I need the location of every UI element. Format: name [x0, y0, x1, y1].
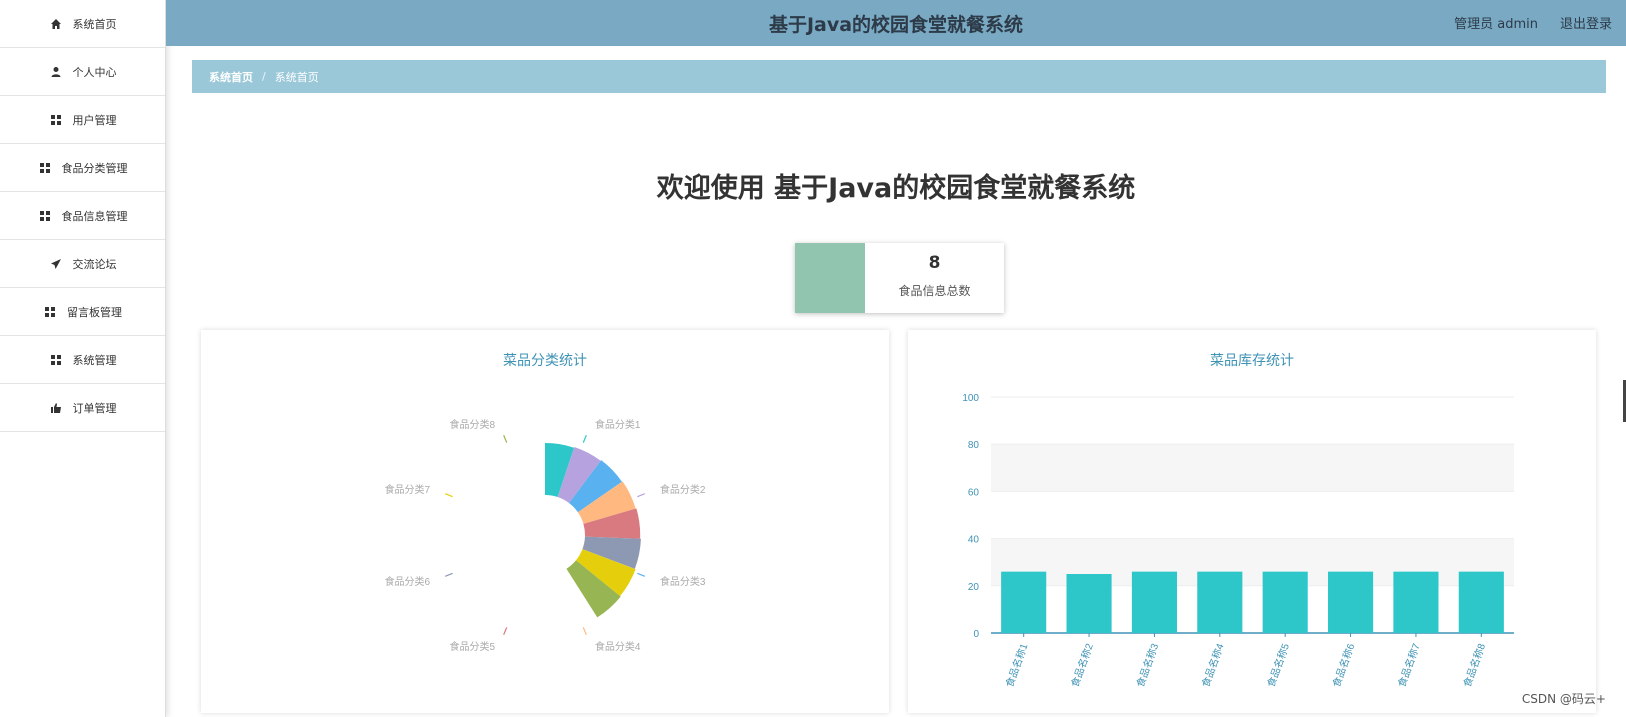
sidebar-item-label: 用户管理: [72, 113, 117, 127]
rose-label-6: 食品分类6: [385, 575, 431, 588]
user-icon: [49, 65, 63, 79]
rose-leader-6: [444, 572, 453, 577]
rose-label-2: 食品分类2: [660, 483, 706, 496]
x-tick-label: 食品名称4: [1199, 641, 1227, 689]
x-tick-label: 食品名称7: [1395, 641, 1423, 689]
x-tick-label: 食品名称1: [1003, 641, 1031, 689]
y-tick-label: 80: [968, 440, 980, 451]
rose-leader-8: [503, 434, 508, 443]
x-tick-label: 食品名称2: [1068, 641, 1096, 689]
breadcrumb-current: 系统首页: [274, 70, 319, 84]
grid-icon: [49, 113, 63, 127]
bar-5[interactable]: [1262, 571, 1308, 633]
stock-chart-panel: 菜品库存统计 0 20 40 60 80 100 食品名称1 食品名称2 食品名称3 食品名称4 食…: [908, 330, 1596, 713]
grid-icon: [49, 353, 63, 367]
app-root: 系统首页 个人中心 用户管理 食品分类管理 食品信息管理 交流论坛 留言板管理: [0, 0, 1626, 717]
rose-leader-3: [637, 572, 646, 577]
x-tick-label: 食品名称8: [1460, 641, 1488, 689]
grid-icon: [38, 161, 52, 175]
stat-label: 食品信息总数: [898, 284, 971, 298]
current-user: 管理员 admin: [1454, 17, 1538, 32]
rose-leader-2: [637, 493, 646, 498]
sidebar-item-forum[interactable]: 交流论坛: [0, 240, 165, 288]
rose-label-5: 食品分类5: [450, 640, 496, 653]
bar-7[interactable]: [1393, 571, 1439, 633]
send-icon: [49, 257, 63, 271]
breadcrumb: 系统首页 / 系统首页: [192, 60, 1606, 93]
x-tick-label: 食品名称3: [1133, 641, 1161, 689]
sidebar-item-users[interactable]: 用户管理: [0, 96, 165, 144]
grid-band: [991, 444, 1514, 492]
sidebar-item-orders[interactable]: 订单管理: [0, 384, 165, 432]
grid-icon: [38, 209, 52, 223]
welcome-heading: 欢迎使用 基于Java的校园食堂就餐系统: [656, 173, 1136, 204]
sidebar-item-food-info[interactable]: 食品信息管理: [0, 192, 165, 240]
sidebar-item-label: 食品分类管理: [61, 161, 128, 175]
rose-label-4: 食品分类4: [595, 640, 641, 653]
breadcrumb-home[interactable]: 系统首页: [209, 69, 253, 85]
sidebar: 系统首页 个人中心 用户管理 食品分类管理 食品信息管理 交流论坛 留言板管理: [0, 0, 166, 717]
sidebar-item-label: 留言板管理: [67, 305, 122, 319]
sidebar-item-messages[interactable]: 留言板管理: [0, 288, 165, 336]
bar-8[interactable]: [1458, 571, 1504, 633]
rose-leader-1: [582, 434, 587, 443]
sidebar-item-label: 系统管理: [72, 353, 117, 367]
rose-label-7: 食品分类7: [385, 483, 431, 496]
category-chart-panel: 菜品分类统计 食品分类1 食品分类2 食品分类3 食品分类4 食品分类5 食品分类6 食品分…: [201, 330, 889, 713]
bar-1[interactable]: [1001, 571, 1047, 633]
sidebar-item-label: 食品信息管理: [61, 209, 128, 223]
sidebar-item-home[interactable]: 系统首页: [0, 0, 165, 48]
grid-band: [991, 397, 1514, 445]
y-tick-label: 100: [962, 393, 979, 404]
rose-label-1: 食品分类1: [595, 418, 641, 431]
rose-label-8: 食品分类8: [450, 418, 496, 431]
bar-6[interactable]: [1328, 571, 1374, 633]
stat-value: 8: [928, 253, 941, 273]
rose-leader-7: [444, 493, 453, 498]
rose-label-3: 食品分类3: [660, 575, 706, 588]
stock-bar-chart: 0 20 40 60 80 100 食品名称1 食品名称2 食品名称3 食品名称4 食品名称5 食品名…: [962, 393, 1514, 689]
sidebar-item-label: 订单管理: [72, 401, 117, 415]
sidebar-item-system[interactable]: 系统管理: [0, 336, 165, 384]
rose-leader-4: [582, 627, 587, 636]
sidebar-item-food-category[interactable]: 食品分类管理: [0, 144, 165, 192]
stat-color-block: [795, 243, 865, 313]
sidebar-item-label: 个人中心: [72, 65, 117, 79]
y-tick-label: 40: [968, 535, 980, 546]
watermark: CSDN @码云+: [1521, 692, 1606, 706]
bar-4[interactable]: [1197, 571, 1243, 633]
x-tick-label: 食品名称6: [1330, 641, 1358, 689]
stat-card: 8 食品信息总数: [795, 243, 1004, 313]
bar-3[interactable]: [1131, 571, 1177, 633]
bar-2[interactable]: [1066, 574, 1112, 633]
y-tick-label: 20: [968, 582, 980, 593]
grid-icon: [43, 305, 57, 319]
app-title: 基于Java的校园食堂就餐系统: [768, 14, 1024, 36]
sidebar-item-label: 交流论坛: [72, 257, 117, 271]
cart-icon: [49, 401, 63, 415]
category-rose-chart: 食品分类1 食品分类2 食品分类3 食品分类4 食品分类5 食品分类6 食品分类7 食品分类8: [385, 418, 706, 653]
top-bar: 基于Java的校园食堂就餐系统 管理员 admin 退出登录: [166, 0, 1626, 46]
grid-band: [991, 491, 1514, 539]
sidebar-item-label: 系统首页: [72, 17, 117, 31]
breadcrumb-separator: /: [262, 70, 266, 83]
home-icon: [49, 17, 63, 31]
y-tick-label: 0: [973, 629, 979, 640]
y-tick-label: 60: [968, 487, 980, 498]
logout-link[interactable]: 退出登录: [1560, 13, 1612, 32]
x-tick-label: 食品名称5: [1264, 641, 1292, 689]
sidebar-item-profile[interactable]: 个人中心: [0, 48, 165, 96]
rose-leader-5: [503, 627, 508, 636]
